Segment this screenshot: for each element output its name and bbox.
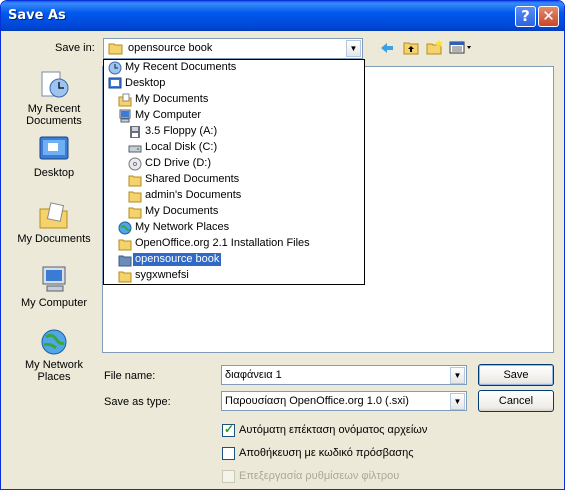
save-in-option[interactable]: My Documents [104,204,364,220]
save-in-option[interactable]: My Documents [104,92,364,108]
recent-documents-icon [41,71,69,98]
folder-icon [128,191,142,203]
save-in-option-label: My Recent Documents [125,61,237,73]
floppy-drive-icon [130,126,140,138]
save-in-option-label: opensource book [133,253,222,266]
open-folder-icon [118,255,132,267]
save-in-option[interactable]: admin's Documents [104,188,364,204]
save-in-option-label: CD Drive (D:) [145,157,211,169]
cancel-button[interactable]: Cancel [478,390,554,412]
close-button[interactable]: ✕ [538,6,559,27]
check-mark-icon: ✓ [224,422,235,436]
save-in-option[interactable]: My Network Places [104,220,364,236]
save-in-option-label: 3.5 Floppy (A:) [145,125,218,137]
save-in-option[interactable]: sygxwnefsi [104,268,364,284]
save-in-option-label: sygxwnefsi [135,269,189,281]
network-places-icon [118,221,132,235]
auto-extension-label: Αυτόματη επέκταση ονόματος αρχείων [239,424,428,436]
save-in-option[interactable]: CD Drive (D:) [104,156,364,172]
folder-icon [118,271,132,283]
places-label: My Recent Documents [26,103,82,127]
save-as-dialog: Save As ? ✕ Save in: opensource book ▼ M… [0,0,565,490]
save-as-type-label-text: Save as type: [104,396,171,408]
my-documents-icon [39,202,68,229]
save-in-option[interactable]: Local Disk (C:) [104,140,364,156]
new-folder-icon[interactable] [426,39,444,55]
file-name-label-text: File name: [104,370,156,382]
chevron-down-icon[interactable]: ▼ [346,40,361,57]
save-in-option-label: OpenOffice.org 2.1 Installation Files [135,237,310,249]
save-in-option-label: Shared Documents [145,173,240,185]
help-button[interactable]: ? [515,6,536,27]
title-bar[interactable]: Save As ? ✕ [1,1,564,31]
save-in-option-label: My Documents [145,205,219,217]
edit-filter-settings-checkbox [222,470,235,483]
up-folder-icon[interactable] [403,40,419,55]
places-my-computer[interactable]: My Computer [8,265,100,309]
save-in-option[interactable]: My Computer [104,108,364,124]
save-in-option[interactable]: Desktop [104,76,364,92]
save-in-combo[interactable]: opensource book ▼ [103,38,363,59]
places-bar: My Recent Documents Desktop My Documents [8,61,100,395]
chevron-down-icon[interactable]: ▼ [450,393,465,410]
save-in-option-label: admin's Documents [145,189,242,201]
save-button[interactable]: Save [478,364,554,386]
save-in-option-label: Local Disk (C:) [145,141,218,153]
edit-filter-settings-label: Επεξεργασία ρυθμίσεων φίλτρου [239,470,400,482]
places-my-recent-documents[interactable]: My Recent Documents [8,69,100,127]
save-with-password-checkbox[interactable] [222,447,235,460]
save-in-option[interactable]: My Recent Documents [104,60,364,76]
places-my-documents[interactable]: My Documents [8,201,100,245]
network-places-icon [41,329,67,355]
save-in-option[interactable]: OpenOffice.org 2.1 Installation Files [104,236,364,252]
save-in-option[interactable]: 3.5 Floppy (A:) [104,124,364,140]
file-name-label: File name: [104,370,155,382]
back-icon[interactable] [379,41,395,55]
my-documents-icon [118,93,132,107]
save-in-dropdown-list: My Recent Documents Desktop My Documents My… [103,59,365,285]
folder-icon [128,175,142,187]
places-label: Desktop [33,167,75,179]
window-title: Save As [8,8,66,23]
places-my-network-places[interactable]: My Network Places [8,327,100,383]
views-menu-icon[interactable] [449,41,473,54]
places-label: My Network Places [24,359,84,383]
places-label: My Computer [20,297,88,309]
save-in-option-label: My Network Places [135,221,230,233]
desktop-icon [108,77,122,89]
open-folder-icon [108,43,123,55]
save-in-option[interactable]: Shared Documents [104,172,364,188]
recent-documents-icon [108,61,122,75]
auto-extension-checkbox[interactable]: ✓ [222,422,235,437]
cd-drive-icon [128,157,142,171]
file-name-combo[interactable]: διαφάνεια 1 ▼ [221,365,467,385]
chevron-down-icon[interactable]: ▼ [450,367,465,384]
file-name-value[interactable]: διαφάνεια 1 [225,369,282,381]
save-in-option-label: My Computer [135,109,202,121]
save-as-type-value: Παρουσίαση OpenOffice.org 1.0 (.sxi) [225,395,409,407]
my-computer-icon [42,266,66,292]
save-in-value: opensource book [128,42,213,54]
save-in-option-label: Desktop [125,77,166,89]
save-in-option[interactable]: opensource book [104,252,364,268]
places-desktop[interactable]: Desktop [8,135,100,179]
folder-icon [128,207,142,219]
save-as-type-label: Save as type: [104,396,171,408]
save-as-type-combo[interactable]: Παρουσίαση OpenOffice.org 1.0 (.sxi) ▼ [221,391,467,411]
places-label: My Documents [17,233,91,245]
hard-disk-icon [128,145,142,153]
save-with-password-label: Αποθήκευση με κωδικό πρόσβασης [239,447,414,459]
my-computer-icon [119,109,131,123]
desktop-icon [39,136,69,160]
folder-icon [118,239,132,251]
save-in-option-label: My Documents [135,93,209,105]
save-in-label: Save in: [55,42,95,54]
